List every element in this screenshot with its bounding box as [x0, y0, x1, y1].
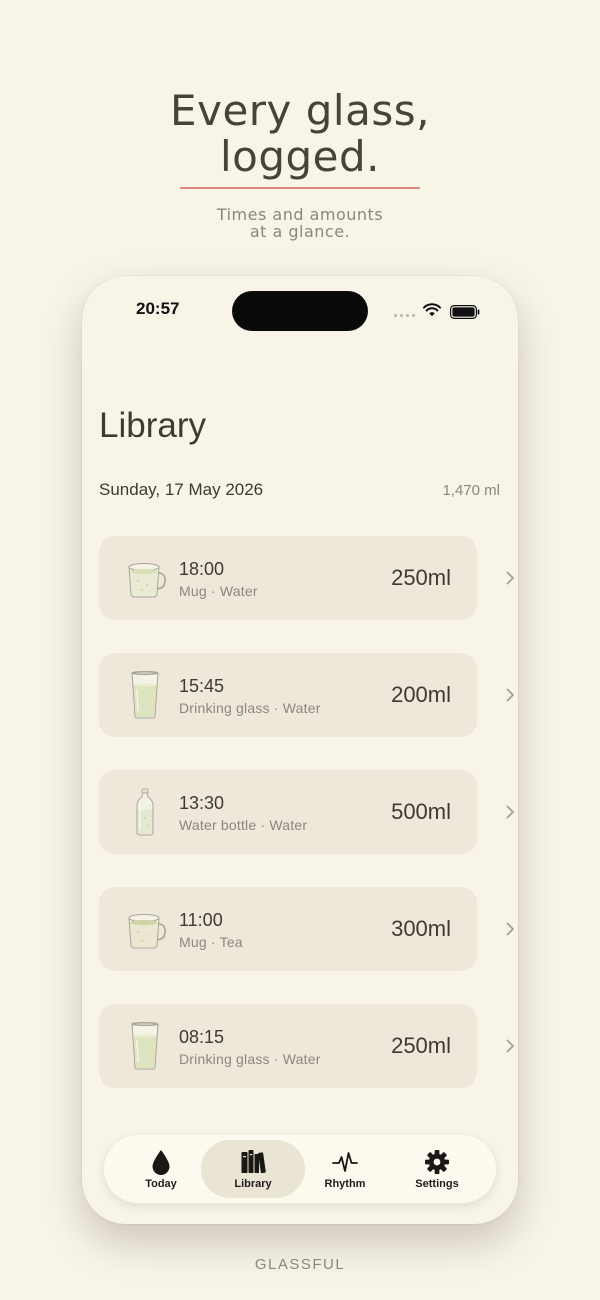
- entry-time: 18:00: [179, 559, 225, 579]
- chevron-right-icon[interactable]: [504, 922, 516, 936]
- headline-underline: [180, 187, 420, 189]
- entry-detail: Mug · Water: [179, 583, 258, 599]
- phone-frame: 20:57 Library Sunday, 17 May 2026 1,470 …: [82, 276, 518, 1224]
- drinking-glass-icon: [121, 671, 169, 719]
- date-label: Sunday, 17 May 2026: [99, 480, 264, 499]
- entry-time: 11:00: [179, 910, 223, 930]
- tab-today[interactable]: Today: [109, 1140, 213, 1198]
- pulse-icon: [332, 1148, 358, 1176]
- battery-icon: [450, 305, 480, 319]
- tab-label: Settings: [415, 1178, 459, 1190]
- entry-detail: Mug · Tea: [179, 934, 243, 950]
- cellular-signal-icon: [394, 314, 415, 317]
- headline-line-2: logged.: [219, 132, 381, 181]
- daily-total: 1,470 ml: [442, 482, 500, 499]
- mug-icon: [121, 554, 169, 602]
- water-drop-icon: [148, 1148, 174, 1176]
- entry-row[interactable]: 11:00 Mug · Tea 300ml: [99, 887, 514, 971]
- entry-row[interactable]: 13:30 Water bottle · Water 500ml: [99, 770, 514, 854]
- entry-amount: 200ml: [391, 682, 451, 707]
- drinking-glass-icon: [121, 1022, 169, 1070]
- tab-bar: Today Library Rhythm Settings: [104, 1135, 496, 1203]
- entry-row[interactable]: 08:15 Drinking glass · Water 250ml: [99, 1004, 514, 1088]
- chevron-right-icon[interactable]: [504, 688, 516, 702]
- entry-row[interactable]: 15:45 Drinking glass · Water 200ml: [99, 653, 514, 737]
- entry-amount: 500ml: [391, 799, 451, 824]
- tab-label: Rhythm: [324, 1178, 366, 1190]
- tab-label: Library: [234, 1178, 272, 1190]
- tab-library[interactable]: Library: [201, 1140, 305, 1198]
- chevron-right-icon[interactable]: [504, 1039, 516, 1053]
- brand-footer: GLASSFUL: [254, 1256, 346, 1273]
- tab-label: Today: [145, 1178, 177, 1190]
- entry-detail: Water bottle · Water: [179, 817, 308, 833]
- headline: Every glass, logged.: [0, 88, 600, 180]
- entry-detail: Drinking glass · Water: [179, 700, 321, 716]
- chevron-right-icon[interactable]: [504, 805, 516, 819]
- page-title: Library: [99, 406, 206, 445]
- water-bottle-icon: [121, 788, 169, 836]
- entry-time: 15:45: [179, 676, 225, 696]
- entry-amount: 300ml: [391, 916, 451, 941]
- subheadline-line-1: Times and amounts: [216, 205, 384, 224]
- entry-amount: 250ml: [391, 1033, 451, 1058]
- books-icon: [240, 1148, 266, 1176]
- mug-icon: [121, 905, 169, 953]
- entry-time: 13:30: [179, 793, 225, 813]
- entry-detail: Drinking glass · Water: [179, 1051, 321, 1067]
- status-bar-time: 20:57: [136, 299, 180, 318]
- subheadline: Times and amounts at a glance.: [0, 206, 600, 240]
- chevron-right-icon[interactable]: [504, 571, 516, 585]
- entry-amount: 250ml: [391, 565, 451, 590]
- tab-settings[interactable]: Settings: [385, 1140, 489, 1198]
- gear-icon: [424, 1148, 450, 1176]
- tab-rhythm[interactable]: Rhythm: [293, 1140, 397, 1198]
- dynamic-island: [232, 291, 368, 331]
- headline-line-1: Every glass,: [170, 86, 430, 135]
- subheadline-line-2: at a glance.: [249, 222, 351, 241]
- entry-row[interactable]: 18:00 Mug · Water 250ml: [99, 536, 514, 620]
- wifi-icon: [423, 303, 441, 317]
- entry-time: 08:15: [179, 1027, 225, 1047]
